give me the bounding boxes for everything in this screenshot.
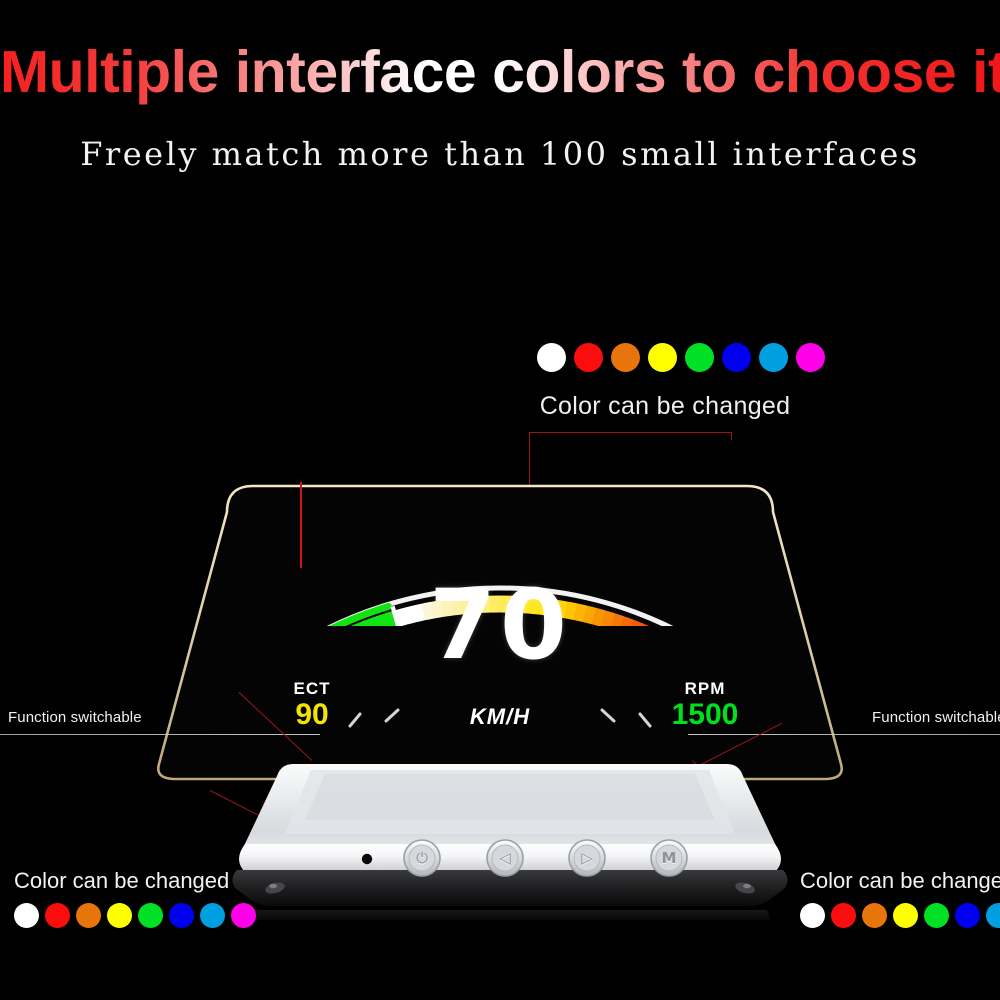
- color-dot-magenta[interactable]: [796, 343, 825, 372]
- callout-function-switchable-left: Function switchable: [8, 709, 142, 727]
- color-changed-label-right: Color can be changed: [800, 868, 1000, 893]
- color-dot-orange[interactable]: [611, 343, 640, 372]
- color-changed-label-left: Color can be changed: [14, 868, 230, 893]
- bottom-right-swatch-row[interactable]: [800, 903, 1000, 928]
- callout-color-changed-left: Color can be changed: [14, 868, 256, 928]
- color-dot-blue[interactable]: [169, 903, 194, 928]
- color-dot-yellow[interactable]: [893, 903, 918, 928]
- leader-line-top-right: [731, 432, 732, 440]
- color-dot-green[interactable]: [924, 903, 949, 928]
- ir-sensor-dot: [361, 853, 373, 865]
- leader-rule-right: [688, 734, 1000, 735]
- color-dot-orange[interactable]: [76, 903, 101, 928]
- top-color-swatch-row[interactable]: [537, 343, 825, 372]
- triangle-left-icon: ◁: [499, 849, 511, 867]
- color-dot-orange[interactable]: [862, 903, 887, 928]
- menu-m-icon: M: [661, 849, 677, 867]
- bottom-left-swatch-row[interactable]: [14, 903, 256, 928]
- color-dot-green[interactable]: [685, 343, 714, 372]
- function-switchable-label-left: Function switchable: [8, 709, 142, 726]
- color-dot-yellow[interactable]: [107, 903, 132, 928]
- top-swatch-caption: Color can be changed: [539, 392, 791, 420]
- color-dot-cyan[interactable]: [200, 903, 225, 928]
- color-dot-green[interactable]: [138, 903, 163, 928]
- callout-color-changed-right: Color can be changed: [800, 868, 1000, 928]
- hud-glass-panel: [155, 482, 845, 782]
- color-dot-cyan[interactable]: [986, 903, 1000, 928]
- color-dot-blue[interactable]: [955, 903, 980, 928]
- color-dot-cyan[interactable]: [759, 343, 788, 372]
- power-icon: ⏻: [416, 849, 428, 867]
- page-subtitle: Freely match more than 100 small interfa…: [80, 135, 920, 173]
- color-dot-red[interactable]: [831, 903, 856, 928]
- color-dot-red[interactable]: [574, 343, 603, 372]
- callout-function-switchable-right: Function switchable: [872, 709, 1000, 727]
- product-banner: Multiple interface colors to choose it F…: [0, 0, 1000, 1000]
- triangle-right-icon: ▷: [581, 849, 593, 867]
- leader-line-top-horizontal: [529, 432, 732, 433]
- color-dot-white[interactable]: [14, 903, 39, 928]
- color-dot-white[interactable]: [537, 343, 566, 372]
- color-dot-blue[interactable]: [722, 343, 751, 372]
- page-title: Multiple interface colors to choose it: [0, 39, 1000, 105]
- function-switchable-label-right: Function switchable: [872, 709, 1000, 726]
- color-dot-red[interactable]: [45, 903, 70, 928]
- color-dot-white[interactable]: [800, 903, 825, 928]
- color-dot-magenta[interactable]: [231, 903, 256, 928]
- hud-device-body: ⏻ ◁ ▷ M: [215, 760, 805, 920]
- color-dot-yellow[interactable]: [648, 343, 677, 372]
- leader-rule-left: [0, 734, 320, 735]
